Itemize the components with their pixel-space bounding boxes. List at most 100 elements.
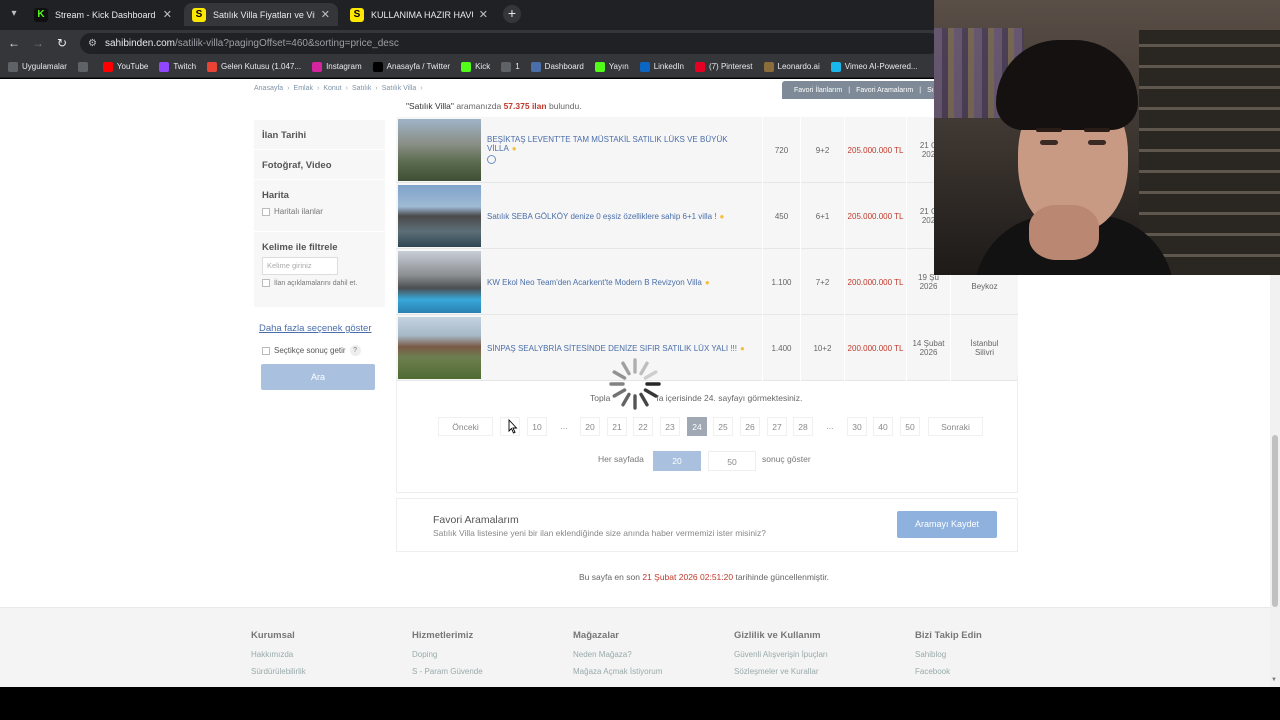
listing-rooms: 9+2 bbox=[800, 117, 844, 183]
listing-row[interactable]: KW Ekol Neo Team'den Acarkent'te Modern … bbox=[396, 249, 1018, 315]
breadcrumb-separator-icon: › bbox=[287, 85, 290, 92]
forward-arrow-icon[interactable]: → bbox=[30, 35, 46, 51]
listing-thumbnail[interactable] bbox=[398, 317, 481, 379]
page-link[interactable]: 21 bbox=[607, 417, 627, 436]
footer-link[interactable]: Doping bbox=[412, 650, 483, 659]
address-bar[interactable]: ⚙ sahibinden.com /satilik-villa?pagingOf… bbox=[80, 33, 940, 54]
page-link[interactable]: 20 bbox=[580, 417, 600, 436]
site-info-icon[interactable]: ⚙ bbox=[88, 38, 97, 49]
bookmark-7[interactable]: Kick bbox=[461, 61, 490, 72]
listing-row[interactable]: BEŞİKTAŞ LEVENT'TE TAM MÜSTAKİL SATILIK … bbox=[396, 117, 1018, 183]
tab-satilik-villa[interactable]: S Satılık Villa Fiyatları ve Villa İlanl… bbox=[184, 3, 338, 26]
page-link[interactable]: 25 bbox=[713, 417, 733, 436]
breadcrumb-item[interactable]: Konut bbox=[323, 85, 341, 92]
bookmark-9[interactable]: Dashboard bbox=[530, 61, 584, 72]
listing-title[interactable]: BEŞİKTAŞ LEVENT'TE TAM MÜSTAKİL SATILIK … bbox=[487, 117, 757, 183]
listing-title-text[interactable]: KW Ekol Neo Team'den Acarkent'te Modern … bbox=[487, 278, 702, 287]
page-link[interactable]: 23 bbox=[660, 417, 680, 436]
listing-thumbnail[interactable] bbox=[398, 119, 481, 181]
prev-page-button[interactable]: Önceki bbox=[438, 417, 493, 436]
bookmark-3[interactable]: Twitch bbox=[159, 61, 196, 72]
page-link[interactable]: 27 bbox=[767, 417, 787, 436]
save-search-button[interactable]: Aramayı Kaydet bbox=[897, 511, 997, 538]
bookmark-6[interactable]: Anasayfa / Twitter bbox=[372, 61, 450, 72]
back-arrow-icon[interactable]: ← bbox=[6, 35, 22, 51]
listing-row[interactable]: SİNPAŞ SEALYBRİA SİTESİNDE DENİZE SIFIR … bbox=[396, 315, 1018, 381]
help-icon[interactable]: ? bbox=[349, 345, 361, 356]
footer-link[interactable]: Facebook bbox=[915, 667, 982, 676]
breadcrumb-item[interactable]: Satılık Villa bbox=[382, 85, 417, 92]
page-link[interactable]: 30 bbox=[847, 417, 867, 436]
listing-row[interactable]: Satılık SEBA GÖLKÖY denize 0 eşsiz özell… bbox=[396, 183, 1018, 249]
page-link[interactable]: 10 bbox=[527, 417, 547, 436]
step-checkbox[interactable] bbox=[262, 346, 270, 355]
footer-heading: Mağazalar bbox=[573, 630, 619, 641]
listing-title[interactable]: KW Ekol Neo Team'den Acarkent'te Modern … bbox=[487, 249, 757, 315]
footer-link[interactable]: Sahiblog bbox=[915, 650, 982, 659]
per-page-20[interactable]: 20 bbox=[653, 451, 701, 471]
page-link[interactable]: 26 bbox=[740, 417, 760, 436]
bookmark-13[interactable]: Leonardo.ai bbox=[763, 61, 820, 72]
listing-thumbnail[interactable] bbox=[398, 185, 481, 247]
filter-photo[interactable]: Fotoğraf, Video bbox=[254, 149, 385, 179]
footer-link[interactable]: Hakkımızda bbox=[251, 650, 306, 659]
bookmark-12[interactable]: (7) Pinterest bbox=[694, 61, 753, 72]
tab-havuzlu[interactable]: S KULLANIMA HAZIR HAVUZLU S ✕ bbox=[342, 3, 496, 26]
footer-link[interactable]: Sürdürülebilirlik bbox=[251, 667, 306, 676]
page-link[interactable]: 22 bbox=[633, 417, 653, 436]
map-checkbox-row[interactable]: Haritalı ilanlar bbox=[262, 207, 377, 216]
highlight-icon: ● bbox=[704, 277, 710, 287]
reload-icon[interactable]: ↻ bbox=[54, 35, 70, 51]
listing-title[interactable]: Satılık SEBA GÖLKÖY denize 0 eşsiz özell… bbox=[487, 183, 757, 249]
close-icon[interactable]: ✕ bbox=[479, 8, 488, 21]
footer-link[interactable]: S - Param Güvende bbox=[412, 667, 483, 676]
listing-title-text[interactable]: Satılık SEBA GÖLKÖY denize 0 eşsiz özell… bbox=[487, 212, 717, 221]
new-tab-button[interactable]: + bbox=[503, 5, 521, 23]
page-link[interactable]: 40 bbox=[873, 417, 893, 436]
result-count: 57.375 ilan bbox=[503, 101, 547, 111]
page-current[interactable]: 24 bbox=[687, 417, 707, 436]
listing-thumbnail[interactable] bbox=[398, 251, 481, 313]
close-icon[interactable]: ✕ bbox=[321, 8, 330, 21]
desc-checkbox-row[interactable]: İlan açıklamalarını dahil et. bbox=[262, 279, 377, 287]
favorites-link[interactable]: Sı bbox=[927, 87, 934, 94]
filter-date[interactable]: İlan Tarihi bbox=[254, 119, 385, 149]
bookmark-11[interactable]: LinkedIn bbox=[639, 61, 684, 72]
close-icon[interactable]: ✕ bbox=[163, 8, 172, 21]
next-page-button[interactable]: Sonraki bbox=[928, 417, 983, 436]
keyword-input[interactable]: Kelime giriniz bbox=[262, 257, 338, 275]
page-link[interactable]: 50 bbox=[900, 417, 920, 436]
breadcrumb-item[interactable]: Satılık bbox=[352, 85, 371, 92]
more-options-link[interactable]: Daha fazla seçenek göster bbox=[259, 323, 371, 334]
listing-title-wrap: Satılık SEBA GÖLKÖY denize 0 eşsiz özell… bbox=[487, 212, 724, 221]
bookmark-1[interactable] bbox=[77, 61, 92, 72]
map-checkbox[interactable] bbox=[262, 207, 270, 216]
listing-rooms: 10+2 bbox=[800, 315, 844, 381]
footer-link[interactable]: Mağaza Açmak İstiyorum bbox=[573, 667, 662, 676]
footer-link[interactable]: Sözleşmeler ve Kurallar bbox=[734, 667, 828, 676]
bookmark-5[interactable]: Instagram bbox=[312, 61, 362, 72]
bookmark-10[interactable]: Yayın bbox=[594, 61, 629, 72]
per-page-50[interactable]: 50 bbox=[708, 451, 756, 471]
bookmark-8[interactable]: 1 bbox=[501, 61, 520, 72]
step-checkbox-row[interactable]: Seçtikçe sonuç getir ? bbox=[262, 345, 361, 356]
footer-link[interactable]: Güvenli Alışverişin İpuçları bbox=[734, 650, 828, 659]
favorites-link[interactable]: Favori İlanlarım bbox=[794, 87, 842, 94]
tab-search-icon[interactable]: ▾ bbox=[6, 6, 22, 22]
bookmark-14[interactable]: Vimeo AI-Powered... bbox=[830, 61, 918, 72]
scroll-thumb[interactable] bbox=[1272, 435, 1278, 607]
favorites-link[interactable]: Favori Aramalarım bbox=[856, 87, 913, 94]
bookmark-2[interactable]: YouTube bbox=[102, 61, 148, 72]
desc-checkbox[interactable] bbox=[262, 279, 270, 287]
breadcrumb-item[interactable]: Emlak bbox=[294, 85, 313, 92]
page-link[interactable]: 28 bbox=[793, 417, 813, 436]
scroll-down-icon[interactable]: ▼ bbox=[1271, 677, 1277, 683]
listing-title-text[interactable]: BEŞİKTAŞ LEVENT'TE TAM MÜSTAKİL SATILIK … bbox=[487, 135, 728, 153]
bookmark-0[interactable]: Uygulamalar bbox=[8, 61, 67, 72]
bookmark-4[interactable]: Gelen Kutusu (1.047... bbox=[207, 61, 301, 72]
listing-title-text[interactable]: SİNPAŞ SEALYBRİA SİTESİNDE DENİZE SIFIR … bbox=[487, 344, 737, 353]
tab-kick-dashboard[interactable]: K Stream - Kick Dashboard ✕ bbox=[26, 3, 180, 26]
search-button[interactable]: Ara bbox=[261, 364, 375, 390]
breadcrumb-item[interactable]: Anasayfa bbox=[254, 85, 283, 92]
footer-link[interactable]: Neden Mağaza? bbox=[573, 650, 662, 659]
